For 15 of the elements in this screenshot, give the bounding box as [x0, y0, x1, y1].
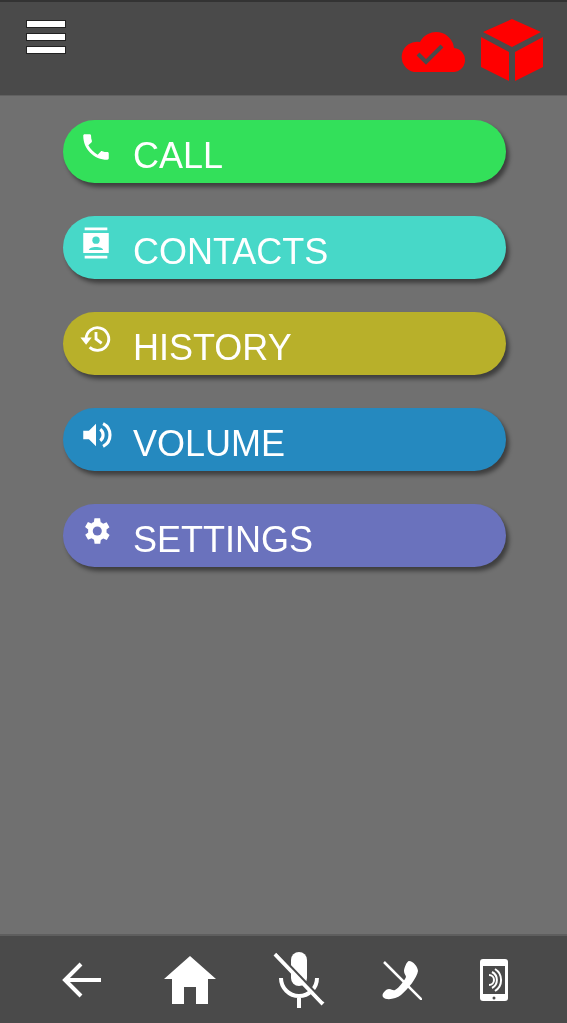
menu-button[interactable]: VOLUME	[63, 408, 506, 471]
phone-signal-icon	[478, 957, 509, 1002]
menu-button[interactable]: SETTINGS	[63, 504, 506, 567]
phone-muted-icon	[381, 959, 422, 1000]
home-button[interactable]	[163, 955, 216, 1004]
microphone-muted-icon	[272, 951, 325, 1008]
menu-icon[interactable]	[26, 20, 66, 54]
cube-icon	[481, 19, 543, 81]
menu-button[interactable]: CONTACTS	[63, 216, 506, 279]
menu-button[interactable]: CALL	[63, 120, 506, 183]
menu-button[interactable]: HISTORY	[63, 312, 506, 375]
microphone-muted-button[interactable]	[272, 951, 325, 1008]
phone-signal-button[interactable]	[478, 957, 509, 1002]
phone-muted-button[interactable]	[381, 959, 422, 1000]
home-icon	[163, 955, 216, 1004]
